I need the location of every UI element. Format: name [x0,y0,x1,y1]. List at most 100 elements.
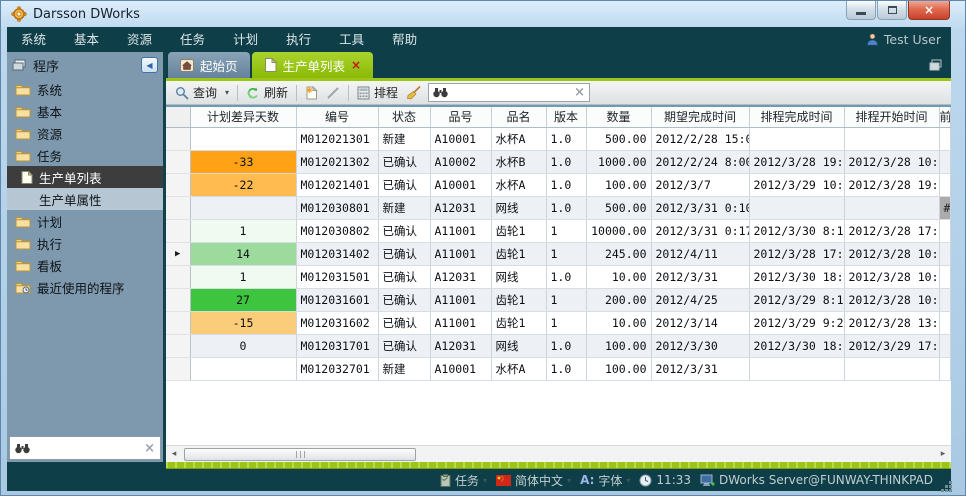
cell-qty[interactable]: 10.00 [586,311,651,334]
cell-version[interactable]: 1 [546,219,586,242]
cell-sched_end[interactable]: 2012/3/28 19:10 [749,150,844,173]
cell-version[interactable]: 1 [546,311,586,334]
row-selector[interactable] [166,127,190,150]
edit-button[interactable] [322,83,344,103]
horizontal-scrollbar[interactable]: ◂ ▸ [166,445,951,462]
cell-diff[interactable] [190,357,296,380]
cell-item_name[interactable]: 齿轮1 [491,288,546,311]
cell-qty[interactable]: 100.00 [586,357,651,380]
cell-expect[interactable]: 2012/2/28 15:00 [651,127,749,150]
cell-sched_end[interactable]: 2012/3/30 8:15 [749,219,844,242]
language-menu[interactable]: 简体中文 ▾ [496,472,571,489]
cell-item_no[interactable]: A10001 [430,173,491,196]
table-row[interactable]: -22M012021401已确认A10001水杯A1.0100.002012/3… [166,173,951,196]
cell-sched_end[interactable] [749,357,844,380]
cell-qty[interactable]: 100.00 [586,173,651,196]
cell-item_no[interactable]: A10001 [430,357,491,380]
table-row[interactable]: -15M012031602已确认A11001齿轮1110.002012/3/14… [166,311,951,334]
current-user[interactable]: Test User [866,32,951,47]
scroll-left-icon[interactable]: ◂ [166,449,182,459]
toolbar-search-input[interactable] [452,86,570,100]
schedule-button[interactable]: 排程 [353,83,402,103]
cell-expect[interactable]: 2012/3/7 [651,173,749,196]
cell-code[interactable]: M012031402 [296,242,378,265]
cell-expect[interactable]: 2012/2/24 8:00 [651,150,749,173]
column-header-status[interactable]: 状态 [378,107,430,127]
cell-version[interactable]: 1.0 [546,127,586,150]
font-menu[interactable]: A: 字体 ▾ [580,472,630,489]
cell-qty[interactable]: 500.00 [586,127,651,150]
cell-item_name[interactable]: 网线 [491,334,546,357]
cell-code[interactable]: M012030801 [296,196,378,219]
row-selector[interactable] [166,196,190,219]
row-selector[interactable]: ▶ [166,242,190,265]
cell-item_no[interactable]: A11001 [430,242,491,265]
sidebar-item-1[interactable]: 基本 [7,100,163,122]
column-header-item_name[interactable]: 品名 [491,107,546,127]
cell-expect[interactable]: 2012/3/31 [651,265,749,288]
row-selector[interactable] [166,334,190,357]
sidebar-item-7[interactable]: 执行 [7,232,163,254]
menu-item-6[interactable]: 工具 [325,27,378,52]
cell-sched_start[interactable]: 2012/3/28 10:52 [844,265,939,288]
cell-expect[interactable]: 2012/4/11 [651,242,749,265]
cell-item_no[interactable]: A11001 [430,288,491,311]
cell-diff[interactable]: 27 [190,288,296,311]
cell-item_no[interactable]: A12031 [430,334,491,357]
sidebar-item-5[interactable]: 生产单属性 [7,188,163,210]
cell-status[interactable]: 已确认 [378,265,430,288]
cell-code[interactable]: M012031501 [296,265,378,288]
cell-diff[interactable]: 1 [190,219,296,242]
server-status[interactable]: DWorks Server@FUNWAY-THINKPAD [700,473,933,487]
sidebar-collapse-button[interactable]: ◀ [141,57,158,73]
table-row[interactable]: 27M012031601已确认A11001齿轮11200.002012/4/25… [166,288,951,311]
cell-status[interactable]: 已确认 [378,311,430,334]
cell-version[interactable]: 1.0 [546,196,586,219]
cell-sched_start[interactable]: 2012/3/28 10:52 [844,288,939,311]
menu-item-5[interactable]: 执行 [272,27,325,52]
column-header-version[interactable]: 版本 [546,107,586,127]
cell-expect[interactable]: 2012/3/31 0:17 [651,219,749,242]
tab-start-page[interactable]: 起始页 [168,52,250,78]
menu-item-7[interactable]: 帮助 [378,27,431,52]
title-bar[interactable]: Darsson DWorks [7,1,951,27]
cell-code[interactable]: M012031701 [296,334,378,357]
cell-sched_start[interactable]: 2012/3/28 13:40 [844,311,939,334]
resize-grip-icon[interactable] [946,486,947,487]
table-row[interactable]: ▶14M012031402已确认A11001齿轮11245.002012/4/1… [166,242,951,265]
toolbar-search-clear-icon[interactable]: × [574,85,585,100]
cell-diff[interactable]: -22 [190,173,296,196]
cell-qty[interactable]: 200.00 [586,288,651,311]
cell-sched_start[interactable]: 2012/3/29 17:46 [844,334,939,357]
menu-item-4[interactable]: 计划 [219,27,272,52]
scroll-right-icon[interactable]: ▸ [935,449,951,459]
cell-version[interactable]: 1.0 [546,150,586,173]
cell-item_name[interactable]: 水杯A [491,173,546,196]
cell-qty[interactable]: 1000.00 [586,150,651,173]
table-row[interactable]: 1M012031501已确认A12031网线1.010.002012/3/312… [166,265,951,288]
cell-sched_start[interactable]: 2012/3/28 10:52 [844,242,939,265]
cell-status[interactable]: 新建 [378,357,430,380]
cell-qty[interactable]: 245.00 [586,242,651,265]
row-selector[interactable] [166,288,190,311]
cell-code[interactable]: M012021401 [296,173,378,196]
sidebar-item-8[interactable]: 看板 [7,254,163,276]
cell-diff[interactable]: -15 [190,311,296,334]
cell-code[interactable]: M012032701 [296,357,378,380]
query-dropdown[interactable]: ▾ [221,83,233,103]
cell-sched_start[interactable]: 2012/3/28 19:10 [844,173,939,196]
cell-diff[interactable]: 14 [190,242,296,265]
row-selector[interactable] [166,311,190,334]
task-menu[interactable]: 任务 ▾ [440,472,487,489]
cell-sched_start[interactable]: 2012/3/28 10:52 [844,150,939,173]
cell-item_name[interactable]: 齿轮1 [491,219,546,242]
new-button[interactable]: ✱ [301,83,322,103]
cell-sched_end[interactable]: 2012/3/29 9:20 [749,311,844,334]
row-selector[interactable] [166,150,190,173]
cell-item_no[interactable]: A12031 [430,196,491,219]
menu-item-2[interactable]: 资源 [113,27,166,52]
cell-item_name[interactable]: 齿轮1 [491,242,546,265]
menu-item-3[interactable]: 任务 [166,27,219,52]
cell-status[interactable]: 新建 [378,127,430,150]
table-row[interactable]: 0M012031701已确认A12031网线1.0100.002012/3/30… [166,334,951,357]
